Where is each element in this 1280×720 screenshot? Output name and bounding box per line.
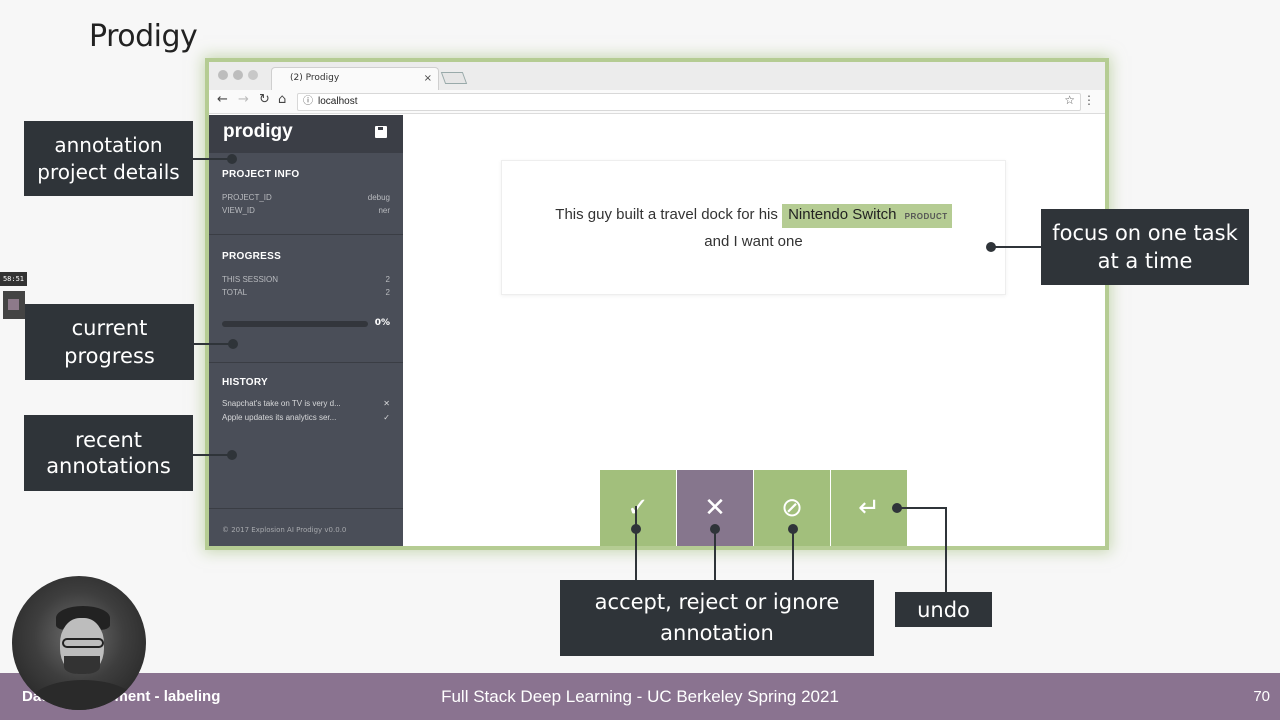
accept-mark-icon: ✓ bbox=[383, 413, 390, 422]
history-section: HISTORY Snapchat's take on TV is very d.… bbox=[209, 363, 403, 509]
text-after: and I want one bbox=[704, 233, 803, 250]
address-bar: ← → ↻ ⌂ ⓘ localhost ☆ ⋮ bbox=[209, 90, 1105, 114]
callout-actions: accept, reject or ignore annotation bbox=[560, 580, 874, 656]
entity-text: Nintendo Switch bbox=[788, 206, 897, 223]
annotation-card: This guy built a travel dock for his Nin… bbox=[501, 160, 1006, 295]
url-text: localhost bbox=[318, 96, 358, 107]
total-row: TOTAL 2 bbox=[222, 286, 390, 299]
tab-bar: (2) Prodigy × bbox=[209, 62, 1105, 90]
accept-button[interactable]: ✓ bbox=[600, 470, 676, 546]
task-text: This guy built a travel dock for his Nin… bbox=[502, 201, 1005, 255]
text-before: This guy built a travel dock for his bbox=[555, 206, 783, 223]
history-item[interactable]: Apple updates its analytics ser... ✓ bbox=[222, 411, 390, 425]
entity-highlight[interactable]: Nintendo Switch PRODUCT bbox=[782, 204, 952, 228]
callout-connector bbox=[714, 530, 716, 580]
info-icon[interactable]: ⓘ bbox=[303, 94, 313, 110]
window-maximize-button[interactable] bbox=[248, 70, 258, 80]
callout-connector bbox=[193, 158, 231, 160]
progress-heading: PROGRESS bbox=[222, 251, 282, 262]
callout-pin bbox=[227, 450, 237, 460]
callout-connector bbox=[897, 507, 947, 509]
callout-connector bbox=[945, 507, 947, 592]
new-tab-button[interactable] bbox=[440, 72, 468, 84]
save-icon[interactable] bbox=[375, 126, 387, 138]
prodigy-sidebar: prodigy PROJECT INFO PROJECT_ID debug VI… bbox=[209, 115, 403, 546]
view-id-row: VIEW_ID ner bbox=[222, 204, 390, 217]
undo-icon: ↵ bbox=[858, 493, 880, 523]
slide-title: Prodigy bbox=[89, 19, 198, 54]
row-key: TOTAL bbox=[222, 288, 248, 297]
callout-connector bbox=[194, 343, 232, 345]
callout-undo: undo bbox=[895, 592, 992, 627]
callout-current-progress: current progress bbox=[25, 304, 194, 380]
page-number: 70 bbox=[1253, 688, 1270, 705]
row-key: THIS SESSION bbox=[222, 275, 279, 284]
tab-close-icon[interactable]: × bbox=[424, 68, 432, 89]
callout-recent-annotations: recent annotations bbox=[24, 415, 193, 491]
row-value: 2 bbox=[385, 275, 390, 284]
progress-percent: 0% bbox=[374, 318, 390, 328]
url-input[interactable]: ⓘ localhost bbox=[297, 93, 1081, 111]
callout-project-details: annotation project details bbox=[24, 121, 193, 196]
sidebar-header: prodigy bbox=[209, 115, 403, 153]
reject-mark-icon: ✕ bbox=[383, 399, 390, 408]
window-minimize-button[interactable] bbox=[233, 70, 243, 80]
forward-icon[interactable]: → bbox=[238, 92, 249, 107]
history-heading: HISTORY bbox=[222, 377, 268, 388]
entity-label: PRODUCT bbox=[904, 212, 948, 221]
row-value: 2 bbox=[385, 288, 390, 297]
prodigy-footer: © 2017 Explosion AI Prodigy v0.0.0 bbox=[222, 526, 347, 534]
recording-indicator bbox=[3, 291, 25, 319]
reload-icon[interactable]: ↻ bbox=[259, 92, 270, 107]
browser-menu-icon[interactable]: ⋮ bbox=[1083, 93, 1095, 107]
browser-tab[interactable]: (2) Prodigy × bbox=[271, 67, 439, 90]
bookmark-star-icon[interactable]: ☆ bbox=[1064, 93, 1075, 107]
project-info-section: PROJECT INFO PROJECT_ID debug VIEW_ID ne… bbox=[209, 153, 403, 235]
check-icon: ✓ bbox=[627, 493, 649, 523]
callout-connector bbox=[193, 454, 231, 456]
browser-window: (2) Prodigy × ← → ↻ ⌂ ⓘ localhost ☆ ⋮ pr… bbox=[209, 62, 1105, 546]
avatar-body bbox=[28, 680, 138, 710]
this-session-row: THIS SESSION 2 bbox=[222, 273, 390, 286]
callout-pin bbox=[228, 339, 238, 349]
callout-pin bbox=[986, 242, 996, 252]
callout-connector bbox=[992, 246, 1041, 248]
progress-section: PROGRESS THIS SESSION 2 TOTAL 2 0% bbox=[209, 235, 403, 363]
footer-course-title: Full Stack Deep Learning - UC Berkeley S… bbox=[441, 687, 839, 706]
callout-focus: focus on one task at a time bbox=[1041, 209, 1249, 285]
close-icon: ✕ bbox=[704, 493, 726, 523]
callout-connector bbox=[635, 506, 637, 580]
row-value: debug bbox=[367, 193, 390, 202]
callout-pin bbox=[788, 524, 798, 534]
project-id-row: PROJECT_ID debug bbox=[222, 191, 390, 204]
presenter-avatar bbox=[12, 576, 146, 710]
slide-footer-bar: Data Management - labeling Full Stack De… bbox=[0, 673, 1280, 720]
history-item-text: Snapchat's take on TV is very d... bbox=[222, 399, 341, 408]
tab-title: (2) Prodigy bbox=[290, 73, 340, 83]
callout-pin bbox=[631, 524, 641, 534]
progress-bar bbox=[222, 321, 368, 327]
project-info-heading: PROJECT INFO bbox=[222, 169, 300, 180]
history-item[interactable]: Snapchat's take on TV is very d... ✕ bbox=[222, 397, 390, 411]
home-icon[interactable]: ⌂ bbox=[278, 92, 286, 107]
history-item-text: Apple updates its analytics ser... bbox=[222, 413, 337, 422]
callout-pin bbox=[710, 524, 720, 534]
window-close-button[interactable] bbox=[218, 70, 228, 80]
timer-display: 58:51 bbox=[0, 272, 27, 286]
avatar-glasses bbox=[62, 638, 104, 648]
ignore-icon: ⊘ bbox=[781, 493, 803, 523]
prodigy-logo: prodigy bbox=[223, 121, 293, 142]
callout-connector bbox=[792, 530, 794, 580]
callout-pin bbox=[227, 154, 237, 164]
avatar-beard bbox=[64, 656, 100, 674]
back-icon[interactable]: ← bbox=[217, 92, 228, 107]
row-value: ner bbox=[378, 206, 390, 215]
row-key: PROJECT_ID bbox=[222, 193, 272, 202]
row-key: VIEW_ID bbox=[222, 206, 255, 215]
